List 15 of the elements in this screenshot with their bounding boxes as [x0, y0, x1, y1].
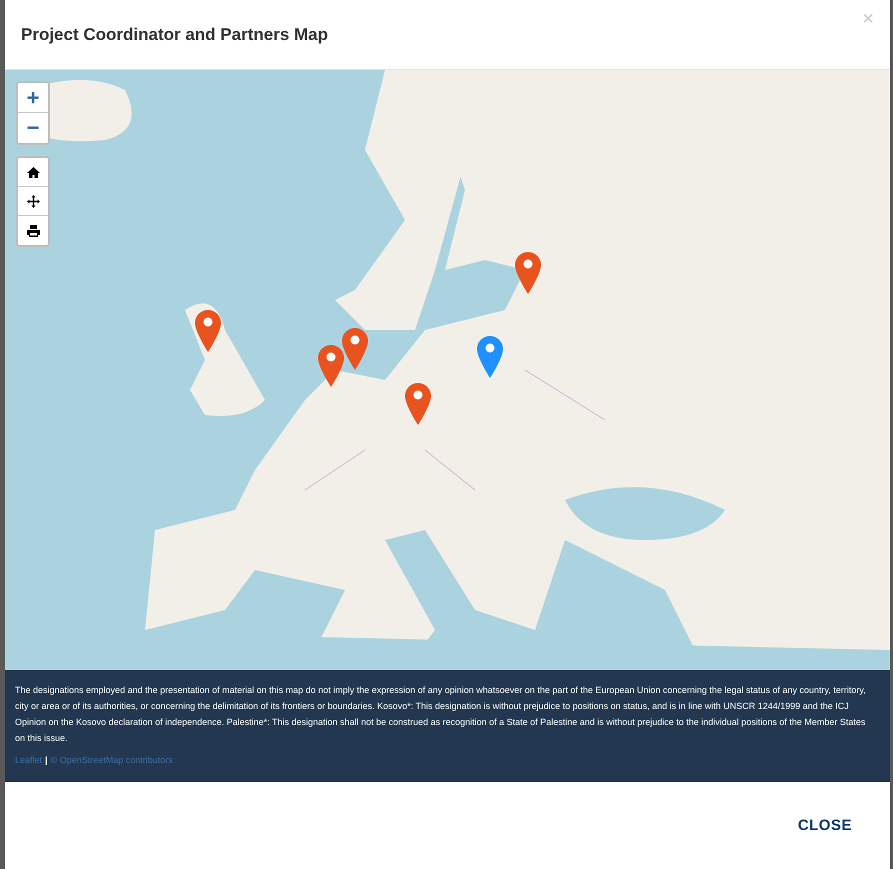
separator: | [45, 755, 48, 765]
home-icon [26, 166, 40, 178]
map-pin-icon[interactable] [318, 345, 344, 387]
dialog-title: Project Coordinator and Partners Map [21, 24, 328, 44]
disclaimer-text: The designations employed and the presentation of material on this map do not imply the expression of any opinion whatsoever on the part of the European Union concerning the legal status of any country, territory, city or area or of its authorities, or concerning the delimitation of its frontiers or boundaries. Kosovo*: This designation is without prejudice to positions on status, and is in line with UNSCR 1244/1999 and the ICJ Opinion on the Kosovo declaration of independence. Palestine*: This designation shall not be construed as recognition of a State of Palestine and is without prejudice to the individual positions of the Member States on this issue. [15, 684, 867, 745]
home-button[interactable] [18, 158, 48, 187]
map-pin-icon[interactable] [195, 310, 221, 352]
zoom-in-button[interactable]: + [18, 83, 48, 113]
map-pin-icon[interactable] [405, 383, 431, 425]
map-pin-icon[interactable] [342, 328, 368, 370]
print-icon [26, 224, 40, 236]
map-pin-icon[interactable] [477, 336, 503, 378]
move-icon [26, 194, 40, 208]
map-pin-icon[interactable] [515, 252, 541, 294]
close-button[interactable]: CLOSE [798, 813, 852, 838]
